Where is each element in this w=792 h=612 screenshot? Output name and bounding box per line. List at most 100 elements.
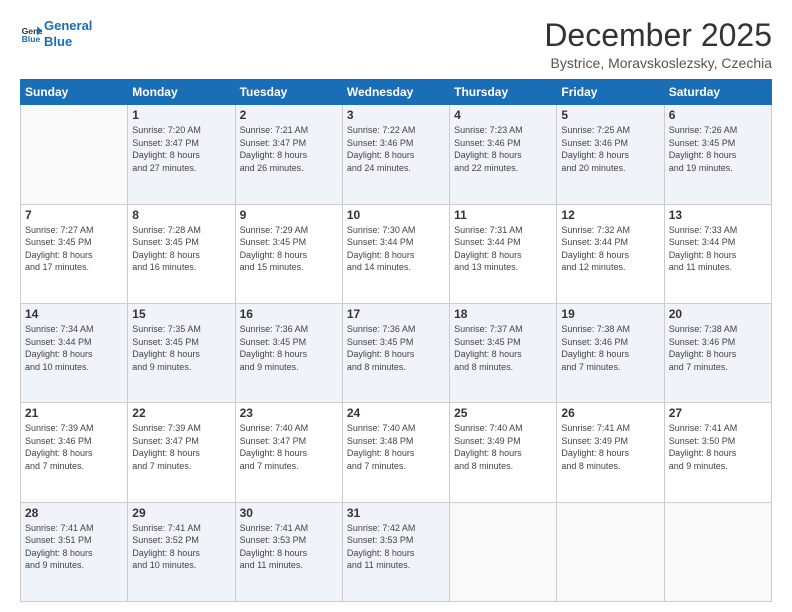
day-info: Sunrise: 7:41 AM Sunset: 3:49 PM Dayligh… xyxy=(561,422,659,472)
svg-text:Blue: Blue xyxy=(22,33,41,43)
day-number: 13 xyxy=(669,208,767,222)
day-number: 19 xyxy=(561,307,659,321)
calendar-header-cell: Tuesday xyxy=(235,80,342,105)
calendar-cell: 27Sunrise: 7:41 AM Sunset: 3:50 PM Dayli… xyxy=(664,403,771,502)
calendar-header-cell: Monday xyxy=(128,80,235,105)
calendar-cell xyxy=(450,502,557,601)
calendar-cell: 15 Sunrise: 7:35 AM Sunset: 3:45 PM Dayli… xyxy=(128,303,235,402)
day-number: 20 xyxy=(669,307,767,321)
day-number: 18 xyxy=(454,307,552,321)
day-number: 11 xyxy=(454,208,552,222)
day-number: 27 xyxy=(669,406,767,420)
day-info: Sunrise: 7:33 AM Sunset: 3:44 PM Dayligh… xyxy=(669,224,767,274)
day-info: Sunrise: 7:26 AM Sunset: 3:45 PM Dayligh… xyxy=(669,124,767,174)
day-number: 23 xyxy=(240,406,338,420)
calendar-header-row: SundayMondayTuesdayWednesdayThursdayFrid… xyxy=(21,80,772,105)
logo: General Blue General Blue xyxy=(20,18,92,49)
day-number: 8 xyxy=(132,208,230,222)
logo-line2: Blue xyxy=(44,34,72,49)
calendar-cell: 8Sunrise: 7:28 AM Sunset: 3:45 PM Daylig… xyxy=(128,204,235,303)
calendar-cell: 18 Sunrise: 7:37 AM Sunset: 3:45 PM Dayli… xyxy=(450,303,557,402)
day-info: Sunrise: 7:40 AM Sunset: 3:47 PM Dayligh… xyxy=(240,422,338,472)
calendar-header-cell: Wednesday xyxy=(342,80,449,105)
day-info: Sunrise: 7:40 AM Sunset: 3:49 PM Dayligh… xyxy=(454,422,552,472)
calendar-cell: 29 Sunrise: 7:41 AM Sunset: 3:52 PM Dayli… xyxy=(128,502,235,601)
calendar-cell: 23 Sunrise: 7:40 AM Sunset: 3:47 PM Dayli… xyxy=(235,403,342,502)
calendar-header-cell: Saturday xyxy=(664,80,771,105)
calendar-cell: 3 Sunrise: 7:22 AM Sunset: 3:46 PM Daylig… xyxy=(342,105,449,204)
calendar-header-cell: Friday xyxy=(557,80,664,105)
day-info: Sunrise: 7:27 AM Sunset: 3:45 PM Dayligh… xyxy=(25,224,123,274)
calendar-header-cell: Thursday xyxy=(450,80,557,105)
calendar-cell: 12 Sunrise: 7:32 AM Sunset: 3:44 PM Dayli… xyxy=(557,204,664,303)
calendar-week-row: 21Sunrise: 7:39 AM Sunset: 3:46 PM Dayli… xyxy=(21,403,772,502)
day-info: Sunrise: 7:39 AM Sunset: 3:47 PM Dayligh… xyxy=(132,422,230,472)
calendar-cell: 6Sunrise: 7:26 AM Sunset: 3:45 PM Daylig… xyxy=(664,105,771,204)
day-info: Sunrise: 7:38 AM Sunset: 3:46 PM Dayligh… xyxy=(669,323,767,373)
day-info: Sunrise: 7:30 AM Sunset: 3:44 PM Dayligh… xyxy=(347,224,445,274)
calendar-cell: 31 Sunrise: 7:42 AM Sunset: 3:53 PM Dayli… xyxy=(342,502,449,601)
calendar-week-row: 1 Sunrise: 7:20 AM Sunset: 3:47 PM Daylig… xyxy=(21,105,772,204)
main-title: December 2025 xyxy=(544,18,772,53)
day-number: 17 xyxy=(347,307,445,321)
day-number: 26 xyxy=(561,406,659,420)
day-info: Sunrise: 7:41 AM Sunset: 3:52 PM Dayligh… xyxy=(132,522,230,572)
day-number: 3 xyxy=(347,108,445,122)
day-info: Sunrise: 7:37 AM Sunset: 3:45 PM Dayligh… xyxy=(454,323,552,373)
calendar-cell: 10Sunrise: 7:30 AM Sunset: 3:44 PM Dayli… xyxy=(342,204,449,303)
day-info: Sunrise: 7:25 AM Sunset: 3:46 PM Dayligh… xyxy=(561,124,659,174)
day-info: Sunrise: 7:36 AM Sunset: 3:45 PM Dayligh… xyxy=(347,323,445,373)
day-number: 15 xyxy=(132,307,230,321)
calendar-body: 1 Sunrise: 7:20 AM Sunset: 3:47 PM Daylig… xyxy=(21,105,772,602)
day-info: Sunrise: 7:42 AM Sunset: 3:53 PM Dayligh… xyxy=(347,522,445,572)
day-number: 16 xyxy=(240,307,338,321)
day-number: 1 xyxy=(132,108,230,122)
calendar-cell: 1 Sunrise: 7:20 AM Sunset: 3:47 PM Daylig… xyxy=(128,105,235,204)
day-number: 12 xyxy=(561,208,659,222)
day-info: Sunrise: 7:22 AM Sunset: 3:46 PM Dayligh… xyxy=(347,124,445,174)
calendar-week-row: 14Sunrise: 7:34 AM Sunset: 3:44 PM Dayli… xyxy=(21,303,772,402)
day-number: 2 xyxy=(240,108,338,122)
page: General Blue General Blue December 2025 … xyxy=(0,0,792,612)
day-info: Sunrise: 7:39 AM Sunset: 3:46 PM Dayligh… xyxy=(25,422,123,472)
calendar-cell: 4 Sunrise: 7:23 AM Sunset: 3:46 PM Daylig… xyxy=(450,105,557,204)
day-info: Sunrise: 7:23 AM Sunset: 3:46 PM Dayligh… xyxy=(454,124,552,174)
title-block: December 2025 Bystrice, Moravskoslezsky,… xyxy=(544,18,772,71)
calendar-cell: 24 Sunrise: 7:40 AM Sunset: 3:48 PM Dayli… xyxy=(342,403,449,502)
calendar-cell: 26 Sunrise: 7:41 AM Sunset: 3:49 PM Dayli… xyxy=(557,403,664,502)
calendar-week-row: 7 Sunrise: 7:27 AM Sunset: 3:45 PM Daylig… xyxy=(21,204,772,303)
day-info: Sunrise: 7:40 AM Sunset: 3:48 PM Dayligh… xyxy=(347,422,445,472)
day-info: Sunrise: 7:20 AM Sunset: 3:47 PM Dayligh… xyxy=(132,124,230,174)
calendar-cell: 14Sunrise: 7:34 AM Sunset: 3:44 PM Dayli… xyxy=(21,303,128,402)
day-info: Sunrise: 7:41 AM Sunset: 3:53 PM Dayligh… xyxy=(240,522,338,572)
logo-text: General Blue xyxy=(44,18,92,49)
calendar-cell: 22 Sunrise: 7:39 AM Sunset: 3:47 PM Dayli… xyxy=(128,403,235,502)
day-info: Sunrise: 7:31 AM Sunset: 3:44 PM Dayligh… xyxy=(454,224,552,274)
calendar-week-row: 28Sunrise: 7:41 AM Sunset: 3:51 PM Dayli… xyxy=(21,502,772,601)
day-info: Sunrise: 7:21 AM Sunset: 3:47 PM Dayligh… xyxy=(240,124,338,174)
day-number: 4 xyxy=(454,108,552,122)
day-number: 5 xyxy=(561,108,659,122)
day-info: Sunrise: 7:36 AM Sunset: 3:45 PM Dayligh… xyxy=(240,323,338,373)
day-number: 31 xyxy=(347,506,445,520)
calendar-header-cell: Sunday xyxy=(21,80,128,105)
day-info: Sunrise: 7:35 AM Sunset: 3:45 PM Dayligh… xyxy=(132,323,230,373)
calendar-cell xyxy=(664,502,771,601)
calendar-cell: 28Sunrise: 7:41 AM Sunset: 3:51 PM Dayli… xyxy=(21,502,128,601)
day-number: 28 xyxy=(25,506,123,520)
calendar-cell: 20 Sunrise: 7:38 AM Sunset: 3:46 PM Dayli… xyxy=(664,303,771,402)
day-info: Sunrise: 7:29 AM Sunset: 3:45 PM Dayligh… xyxy=(240,224,338,274)
day-info: Sunrise: 7:32 AM Sunset: 3:44 PM Dayligh… xyxy=(561,224,659,274)
calendar-cell: 2 Sunrise: 7:21 AM Sunset: 3:47 PM Daylig… xyxy=(235,105,342,204)
day-number: 24 xyxy=(347,406,445,420)
calendar-cell: 5 Sunrise: 7:25 AM Sunset: 3:46 PM Daylig… xyxy=(557,105,664,204)
calendar-table: SundayMondayTuesdayWednesdayThursdayFrid… xyxy=(20,79,772,602)
day-number: 22 xyxy=(132,406,230,420)
calendar-cell: 9Sunrise: 7:29 AM Sunset: 3:45 PM Daylig… xyxy=(235,204,342,303)
day-number: 29 xyxy=(132,506,230,520)
calendar-cell: 7 Sunrise: 7:27 AM Sunset: 3:45 PM Daylig… xyxy=(21,204,128,303)
day-info: Sunrise: 7:34 AM Sunset: 3:44 PM Dayligh… xyxy=(25,323,123,373)
day-info: Sunrise: 7:38 AM Sunset: 3:46 PM Dayligh… xyxy=(561,323,659,373)
calendar-cell: 11 Sunrise: 7:31 AM Sunset: 3:44 PM Dayli… xyxy=(450,204,557,303)
day-number: 7 xyxy=(25,208,123,222)
